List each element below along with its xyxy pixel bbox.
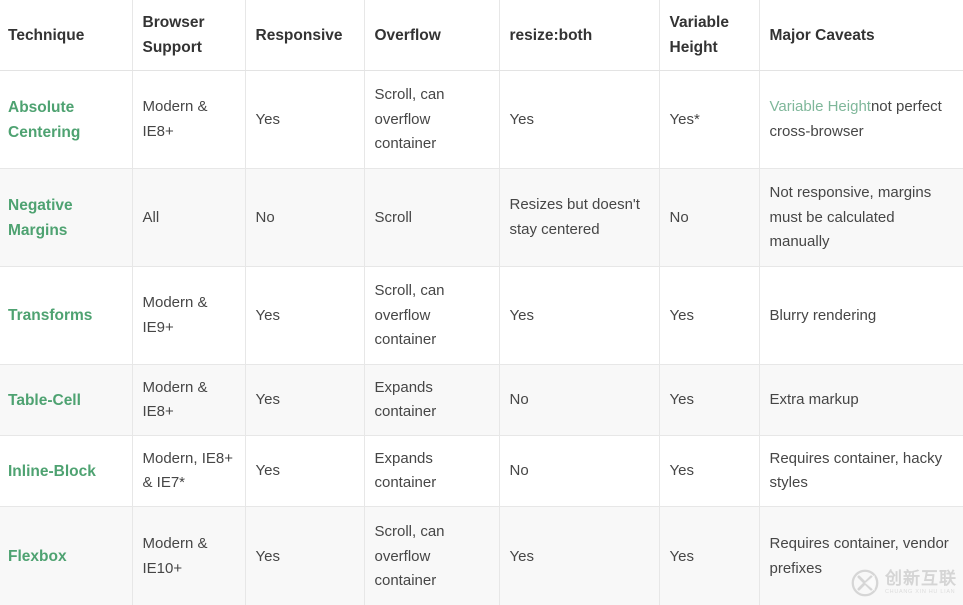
technique-link[interactable]: Negative Margins	[8, 193, 122, 243]
cell-resize-both: Resizes but doesn't stay centered	[499, 168, 660, 268]
cell-technique: Flexbox	[0, 506, 133, 605]
cell-variable-height: No	[659, 168, 760, 268]
technique-comparison-table: Technique Browser Support Responsive Ove…	[0, 0, 963, 605]
cell-major-caveats: Blurry rendering	[759, 266, 963, 366]
table-row: Flexbox Modern & IE10+ Yes Scroll, can o…	[0, 506, 963, 605]
cell-overflow: Scroll, can overflow container	[364, 266, 500, 366]
caveat-inline-link[interactable]: Variable Height	[770, 98, 871, 115]
column-header-major-caveats: Major Caveats	[759, 0, 963, 72]
cell-major-caveats: Not responsive, margins must be calculat…	[759, 168, 963, 268]
cell-responsive: No	[245, 168, 365, 268]
cell-variable-height: Yes*	[659, 70, 760, 170]
cell-browser-support: Modern & IE10+	[132, 506, 246, 605]
column-header-browser-support: Browser Support	[132, 0, 246, 72]
column-header-overflow: Overflow	[364, 0, 500, 72]
column-header-responsive: Responsive	[245, 0, 365, 72]
cell-browser-support: Modern & IE9+	[132, 266, 246, 366]
comparison-table-container: Technique Browser Support Responsive Ove…	[0, 0, 963, 605]
cell-browser-support: Modern & IE8+	[132, 364, 246, 437]
technique-link[interactable]: Inline-Block	[8, 459, 96, 484]
cell-technique: Absolute Centering	[0, 70, 133, 170]
technique-link[interactable]: Transforms	[8, 303, 92, 328]
cell-browser-support: Modern, IE8+ & IE7*	[132, 435, 246, 508]
cell-resize-both: No	[499, 435, 660, 508]
cell-variable-height: Yes	[659, 506, 760, 605]
cell-responsive: Yes	[245, 506, 365, 605]
cell-responsive: Yes	[245, 364, 365, 437]
table-header: Technique Browser Support Responsive Ove…	[0, 0, 963, 72]
technique-link[interactable]: Table-Cell	[8, 388, 81, 413]
cell-major-caveats: Requires container, vendor prefixes	[759, 506, 963, 605]
cell-responsive: Yes	[245, 435, 365, 508]
cell-browser-support: Modern & IE8+	[132, 70, 246, 170]
cell-browser-support: All	[132, 168, 246, 268]
table-row: Absolute Centering Modern & IE8+ Yes Scr…	[0, 70, 963, 170]
cell-resize-both: Yes	[499, 70, 660, 170]
cell-resize-both: Yes	[499, 266, 660, 366]
cell-responsive: Yes	[245, 266, 365, 366]
cell-major-caveats: Variable Heightnot perfect cross-browser	[759, 70, 963, 170]
cell-overflow: Scroll	[364, 168, 500, 268]
table-header-row: Technique Browser Support Responsive Ove…	[0, 0, 963, 72]
cell-resize-both: No	[499, 364, 660, 437]
cell-variable-height: Yes	[659, 364, 760, 437]
cell-variable-height: Yes	[659, 435, 760, 508]
cell-overflow: Scroll, can overflow container	[364, 506, 500, 605]
table-body: Absolute Centering Modern & IE8+ Yes Scr…	[0, 70, 963, 605]
cell-major-caveats: Extra markup	[759, 364, 963, 437]
cell-overflow: Expands container	[364, 435, 500, 508]
column-header-resize-both: resize:both	[499, 0, 660, 72]
cell-technique: Transforms	[0, 266, 133, 366]
technique-link[interactable]: Flexbox	[8, 544, 67, 569]
cell-major-caveats: Requires container, hacky styles	[759, 435, 963, 508]
cell-technique: Inline-Block	[0, 435, 133, 508]
table-row: Table-Cell Modern & IE8+ Yes Expands con…	[0, 364, 963, 437]
cell-overflow: Expands container	[364, 364, 500, 437]
cell-resize-both: Yes	[499, 506, 660, 605]
technique-link[interactable]: Absolute Centering	[8, 95, 122, 145]
cell-responsive: Yes	[245, 70, 365, 170]
cell-technique: Table-Cell	[0, 364, 133, 437]
column-header-variable-height: Variable Height	[659, 0, 760, 72]
table-row: Negative Margins All No Scroll Resizes b…	[0, 168, 963, 268]
cell-technique: Negative Margins	[0, 168, 133, 268]
cell-variable-height: Yes	[659, 266, 760, 366]
table-row: Transforms Modern & IE9+ Yes Scroll, can…	[0, 266, 963, 366]
table-row: Inline-Block Modern, IE8+ & IE7* Yes Exp…	[0, 435, 963, 508]
cell-overflow: Scroll, can overflow container	[364, 70, 500, 170]
column-header-technique: Technique	[0, 0, 133, 72]
